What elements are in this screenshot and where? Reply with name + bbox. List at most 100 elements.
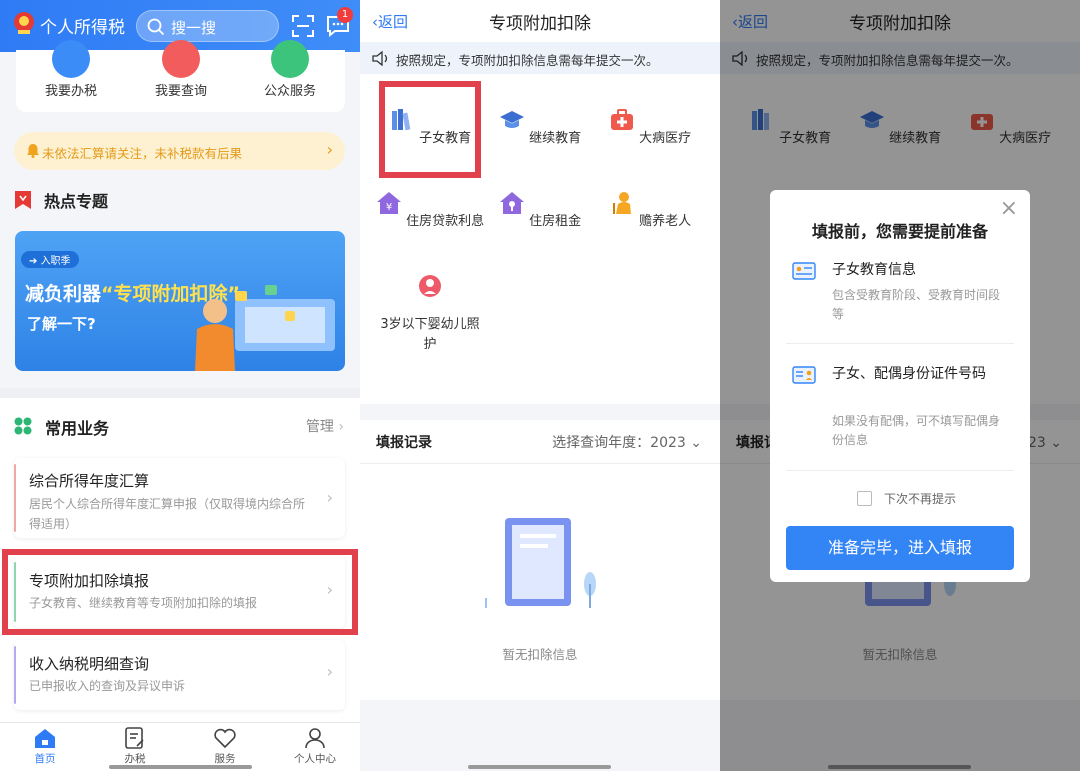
highlight-box (2, 549, 358, 635)
tab-service[interactable]: 服务 (180, 727, 270, 766)
dont-remind-label: 下次不再提示 (884, 492, 957, 506)
chevron-right-icon: › (326, 488, 333, 507)
accent-bar (14, 646, 16, 704)
search-input[interactable]: 搜一搜 (136, 10, 279, 42)
item-label: 继续教育 (529, 131, 582, 146)
highlight-box (379, 81, 481, 178)
quick-action-public-service[interactable]: 公众服务 (235, 40, 345, 99)
bookmark-icon (15, 191, 31, 209)
record-label: 填报记录 (376, 435, 432, 451)
tab-label: 办税 (124, 753, 146, 765)
warning-text: 未依法汇算请关注，未补税款有后果 (42, 146, 243, 161)
confirm-button[interactable]: 准备完毕，进入填报 (786, 526, 1014, 570)
grid-icon (14, 417, 32, 435)
graduation-cap-icon (499, 111, 524, 128)
tab-bar: 首页 办税 服务 个人中心 (0, 722, 360, 771)
back-label: 返回 (378, 13, 409, 31)
notice-text: 按照规定，专项附加扣除信息需每年提交一次。 (396, 53, 659, 68)
home-indicator (828, 765, 971, 769)
dont-remind-checkbox[interactable] (857, 491, 872, 506)
divider (786, 343, 1014, 344)
chevron-right-icon: › (326, 140, 333, 159)
item-label: 大病医疗 (639, 131, 692, 146)
year-label: 选择查询年度：2023 (552, 435, 686, 451)
quick-action-label: 我要办税 (44, 84, 97, 99)
banner-tag-text: 入职季 (40, 256, 71, 267)
user-icon (305, 728, 325, 749)
quick-action-file-tax[interactable]: 我要办税 (16, 40, 126, 99)
item-housing-rent[interactable]: 住房租金 (480, 191, 600, 229)
divider (786, 470, 1014, 471)
empty-text: 暂无扣除信息 (502, 647, 578, 662)
edit-document-icon (125, 727, 144, 749)
chevron-right-icon: › (326, 662, 333, 681)
service-title: 收入纳税明细查询 (29, 655, 150, 673)
item-serious-illness[interactable]: 大病医疗 (590, 108, 710, 146)
service-desc: 已申报收入的查询及异议申诉 (29, 679, 186, 693)
chevron-down-icon: ⌄ (690, 435, 702, 451)
scan-icon[interactable] (292, 15, 314, 37)
manage-label: 管理 (305, 419, 334, 435)
deduction-screen: 专项附加扣除 ‹返回 按照规定，专项附加扣除信息需每年提交一次。 子女教育 继续… (360, 0, 720, 771)
service-income-query[interactable]: 收入纳税明细查询 已申报收入的查询及异议申诉 › (14, 640, 345, 710)
warning-notice[interactable]: 未依法汇算请关注，未补税款有后果 › (14, 132, 345, 170)
prep-item-title: 子女、配偶身份证件号码 (832, 366, 986, 382)
home-icon (35, 729, 55, 748)
item-continuing-education[interactable]: 继续教育 (480, 108, 600, 146)
record-header: 填报记录 选择查询年度：2023 ⌄ (360, 420, 720, 464)
quick-actions-card: 我要办税 我要查询 公众服务 (16, 40, 345, 112)
preparation-modal: × 填报前，您需要提前准备 子女教育信息 包含受教育阶段、受教育时间段等 子女、… (770, 190, 1030, 582)
tab-label: 首页 (34, 753, 56, 765)
tab-profile[interactable]: 个人中心 (270, 727, 360, 766)
footer-space (360, 700, 720, 771)
tab-home[interactable]: 首页 (0, 727, 90, 766)
home-indicator (468, 765, 611, 769)
speaker-icon (372, 51, 388, 66)
banner-line2: 了解一下? (27, 315, 96, 333)
search-icon (147, 18, 165, 36)
item-label: 住房贷款利息 (406, 214, 485, 229)
id-document-icon (792, 366, 816, 384)
item-housing-loan-interest[interactable]: ¥ 住房贷款利息 (370, 191, 490, 229)
empty-document-illustration (485, 518, 596, 608)
empty-state: 暂无扣除信息 (360, 464, 720, 700)
item-elderly-support[interactable]: 赡养老人 (590, 191, 710, 229)
section-separator (0, 388, 360, 398)
back-button[interactable]: ‹返回 (372, 11, 408, 32)
query-icon (162, 40, 200, 78)
elderly-person-icon (612, 192, 631, 214)
message-badge: 1 (337, 7, 353, 23)
quick-action-label: 公众服务 (263, 84, 316, 99)
home-indicator (109, 765, 252, 769)
svg-text:¥: ¥ (386, 202, 392, 213)
item-label: 3岁以下婴幼儿照护 (380, 317, 480, 352)
banner-illustration (195, 285, 335, 371)
accent-bar (14, 464, 16, 532)
prep-item-title: 子女教育信息 (832, 262, 916, 278)
deduction-screen-with-modal: 专项附加扣除 ‹返回 按照规定，专项附加扣除信息需每年提交一次。 子女教育 继续… (720, 0, 1080, 771)
search-placeholder: 搜一搜 (171, 19, 217, 37)
bell-icon (27, 144, 39, 158)
manage-link[interactable]: 管理 › (306, 416, 344, 436)
tab-tax[interactable]: 办税 (90, 727, 180, 766)
prep-item-desc: 如果没有配偶，可不填写配偶身份信息 (832, 414, 1001, 447)
year-selector[interactable]: 选择查询年度：2023 ⌄ (552, 432, 702, 452)
heart-hand-icon (214, 728, 236, 749)
modal-title: 填报前，您需要提前准备 (811, 222, 988, 241)
medical-kit-icon (610, 109, 633, 130)
tab-label: 服务 (214, 753, 236, 765)
service-icon (271, 40, 309, 78)
pen-icon (52, 40, 90, 78)
promo-banner[interactable]: ➔ 入职季 减负利器“专项附加扣除” 了解一下? (15, 231, 345, 371)
house-key-icon (499, 192, 524, 214)
prep-item-desc: 包含受教育阶段、受教育时间段等 (832, 288, 1001, 321)
quick-action-query[interactable]: 我要查询 (126, 40, 236, 99)
common-services-title: 常用业务 (45, 419, 110, 438)
notice-bar: 按照规定，专项附加扣除信息需每年提交一次。 (360, 42, 720, 74)
house-coin-icon: ¥ (376, 192, 401, 214)
service-annual-settlement[interactable]: 综合所得年度汇算 居民个人综合所得年度汇算申报（仅取得境内综合所得适用） › (14, 458, 345, 538)
item-infant-care[interactable]: 3岁以下婴幼儿照护 (370, 274, 490, 355)
service-desc: 居民个人综合所得年度汇算申报（仅取得境内综合所得适用） (29, 497, 306, 531)
item-label: 住房租金 (529, 214, 582, 229)
quick-action-label: 我要查询 (154, 84, 207, 99)
